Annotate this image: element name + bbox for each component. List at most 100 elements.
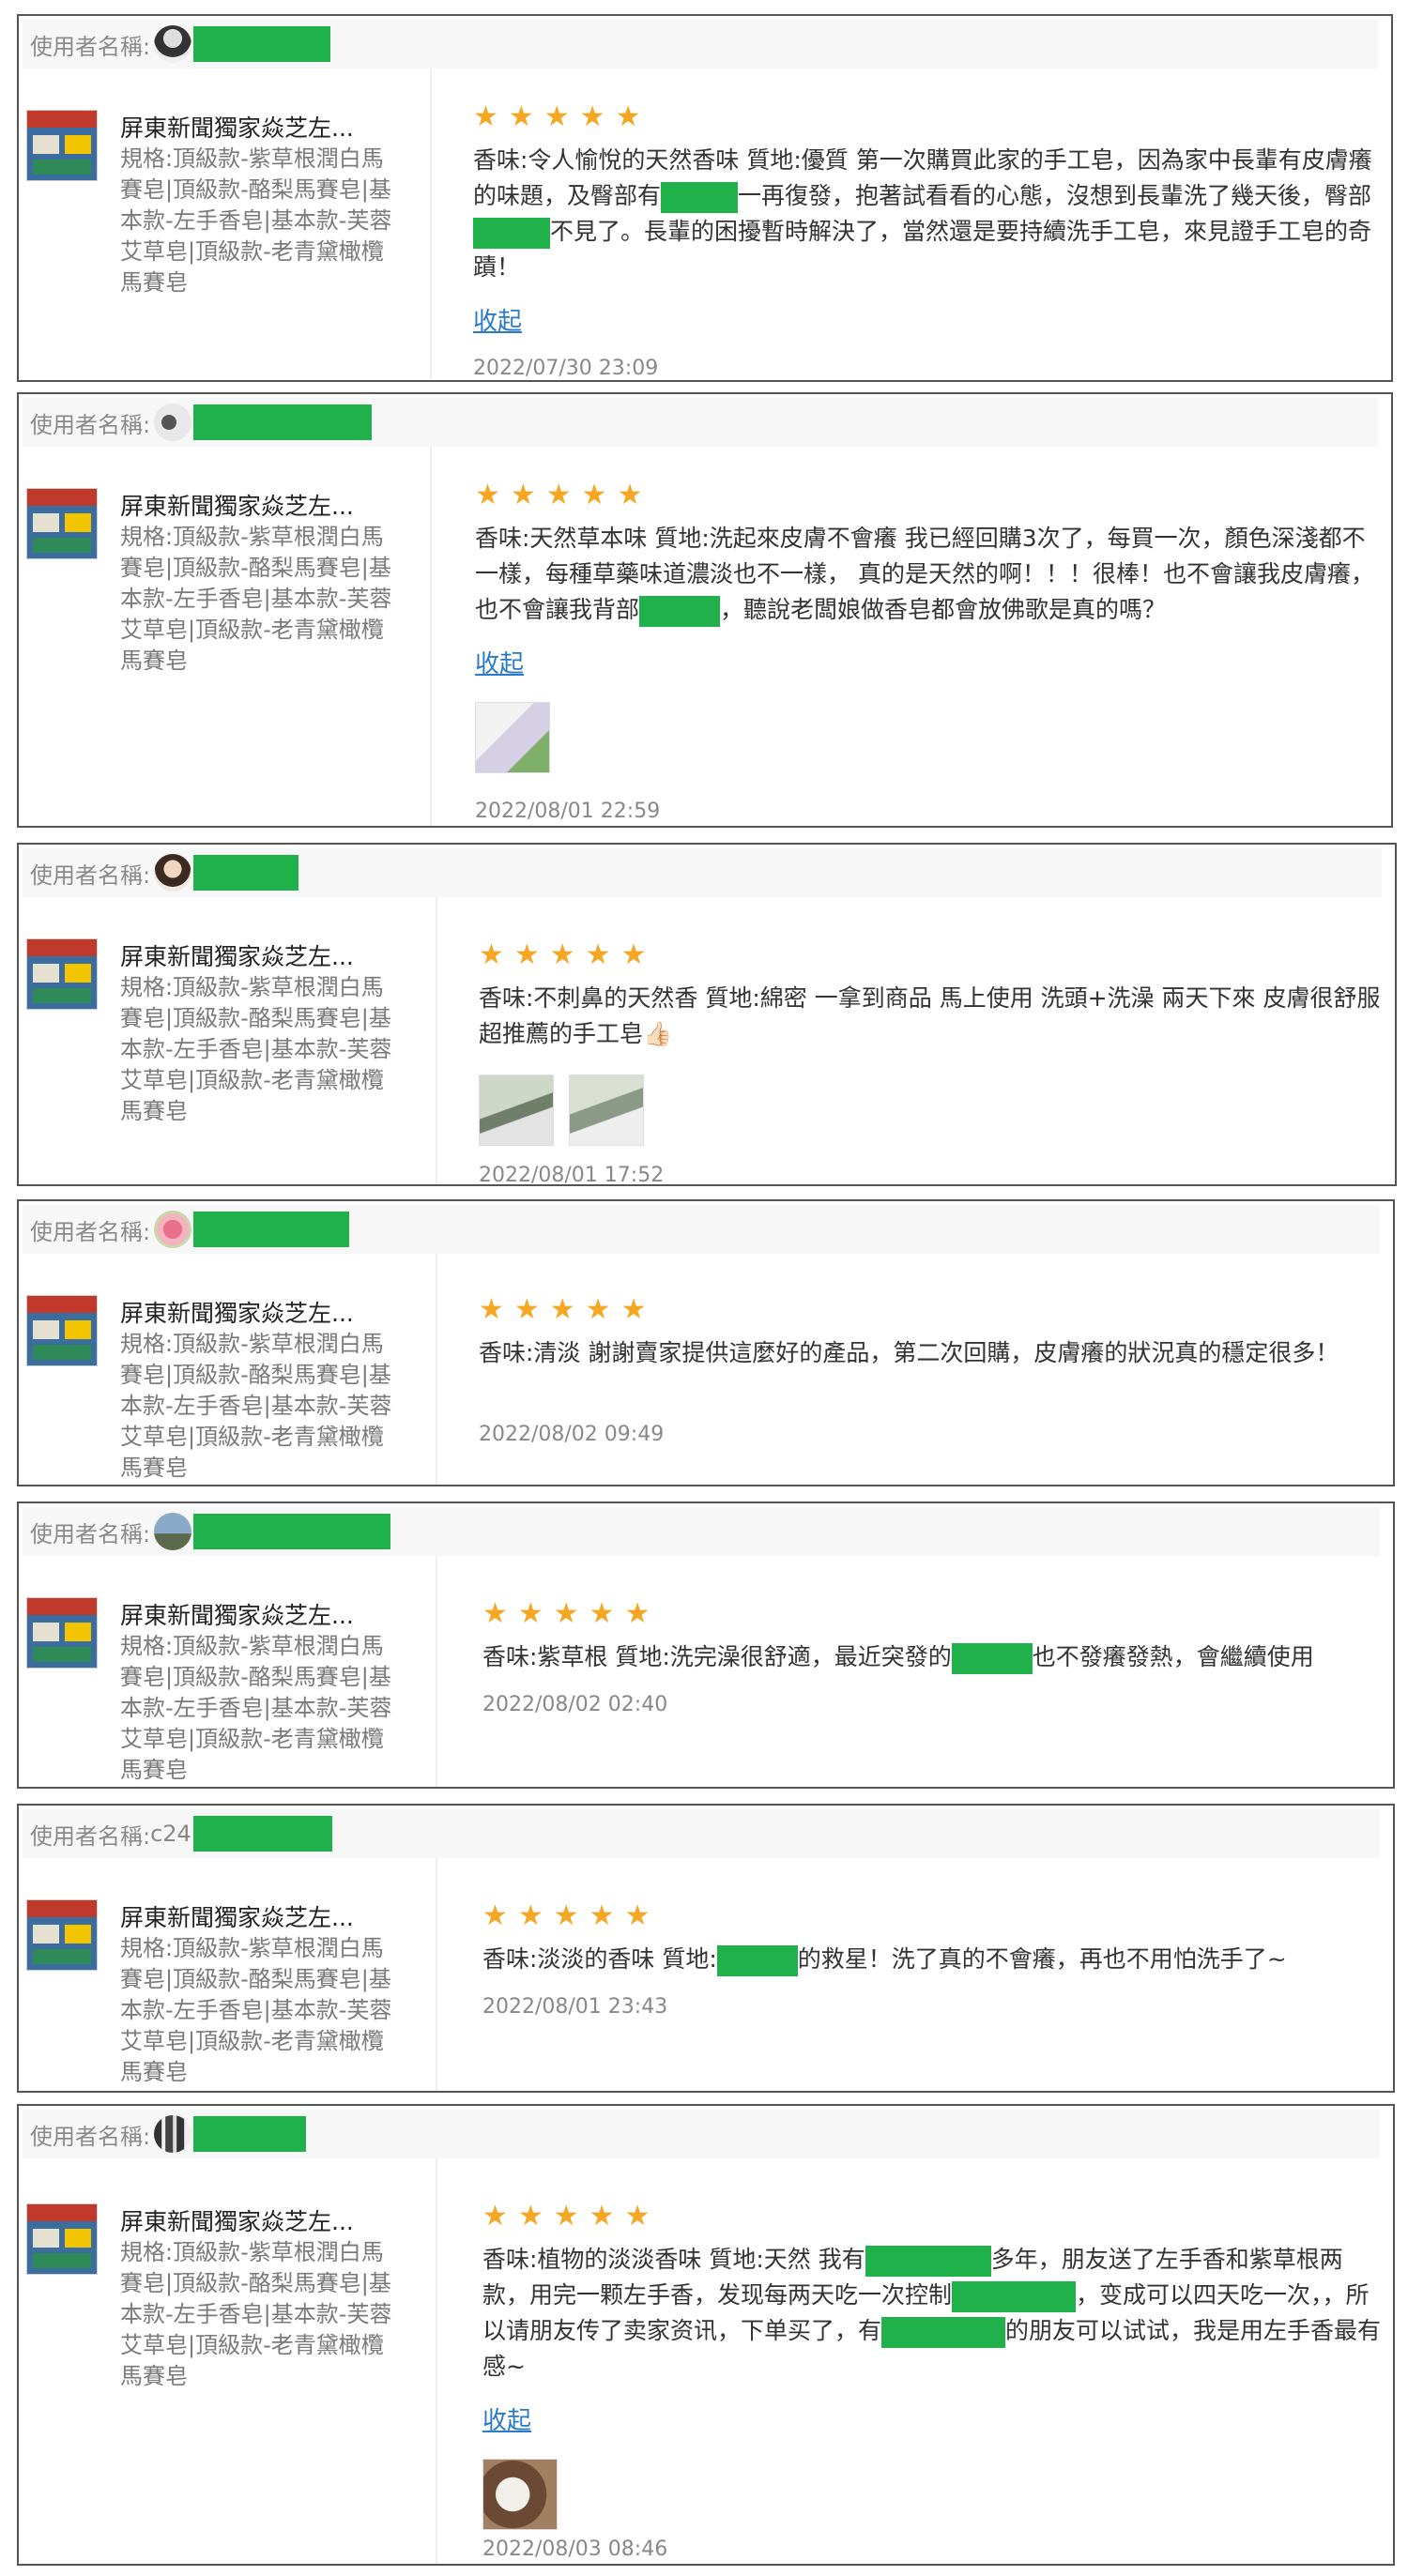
review-body: ★★★★★ 香味:令人愉悅的天然香味 質地:優質 第一次購買此家的手工皂，因為家… bbox=[473, 100, 1384, 337]
rating-stars: ★★★★★ bbox=[482, 2200, 661, 2233]
rating-stars: ★★★★★ bbox=[479, 1293, 657, 1326]
user-label: 使用者名稱: bbox=[30, 2123, 151, 2150]
product-thumbnail[interactable] bbox=[26, 110, 98, 181]
rating-stars: ★★★★★ bbox=[475, 479, 653, 511]
product-thumbnail[interactable] bbox=[26, 938, 98, 1010]
collapse-link[interactable]: 收起 bbox=[473, 302, 522, 337]
review-photos bbox=[479, 1075, 1387, 1146]
review-photo[interactable] bbox=[475, 702, 550, 773]
redacted-username bbox=[193, 404, 373, 440]
user-label: 使用者名稱: bbox=[30, 411, 151, 438]
review-photo[interactable] bbox=[482, 2459, 558, 2530]
product-name[interactable]: 屏東新聞獨家焱芝左... bbox=[120, 1597, 354, 1631]
avatar bbox=[154, 404, 192, 441]
review-body: ★★★★★ 香味:清淡 謝謝賣家提供這麼好的產品，第二次回購，皮膚癢的狀況真的穩… bbox=[479, 1293, 1385, 1371]
review-card: 使用者名稱: 屏東新聞獨家焱芝左... 規格:頂級款-紫草根潤白馬賽皂|頂級款-… bbox=[17, 14, 1393, 382]
user-header: 使用者名稱: bbox=[23, 398, 1378, 447]
review-text: 香味:不刺鼻的天然香 質地:綿密 一拿到商品 馬上使用 洗頭+洗澡 兩天下來 皮… bbox=[479, 984, 1381, 1047]
product-thumbnail[interactable] bbox=[26, 488, 98, 559]
review-body: ★★★★★ 香味:植物的淡淡香味 質地:天然 我有 多年，朋友送了左手香和紫草根两… bbox=[482, 2200, 1385, 2530]
product-spec: 規格:頂級款-紫草根潤白馬賽皂|頂級款-酪梨馬賽皂|基本款-左手香皂|基本款-芙… bbox=[120, 1935, 392, 2085]
review-body: ★★★★★ 香味:不刺鼻的天然香 質地:綿密 一拿到商品 馬上使用 洗頭+洗澡 … bbox=[479, 938, 1387, 1146]
product-name[interactable]: 屏東新聞獨家焱芝左... bbox=[120, 110, 354, 144]
review-card: 使用者名稱: 屏東新聞獨家焱芝左... 規格:頂級款-紫草根潤白馬賽皂|頂級款-… bbox=[17, 2104, 1395, 2566]
review-date: 2022/07/30 23:09 bbox=[473, 357, 659, 380]
user-label: 使用者名稱: bbox=[30, 1822, 151, 1850]
redacted-username bbox=[193, 855, 299, 891]
user-header: 使用者名稱: c24 bbox=[23, 1809, 1380, 1858]
redacted-text bbox=[865, 2245, 991, 2277]
review-date: 2022/08/02 02:40 bbox=[482, 1693, 668, 1716]
product-spec: 規格:頂級款-紫草根潤白馬賽皂|頂級款-酪梨馬賽皂|基本款-左手香皂|基本款-芙… bbox=[120, 2239, 392, 2389]
avatar bbox=[154, 1513, 192, 1550]
rating-stars: ★★★★★ bbox=[479, 938, 657, 971]
product-thumbnail[interactable] bbox=[26, 2203, 98, 2275]
redacted-text bbox=[952, 2280, 1077, 2312]
review-card: 使用者名稱: 屏東新聞獨家焱芝左... 規格:頂級款-紫草根潤白馬賽皂|頂級款-… bbox=[17, 1501, 1395, 1789]
review-date: 2022/08/01 17:52 bbox=[479, 1164, 665, 1187]
user-header: 使用者名稱: bbox=[23, 1205, 1380, 1254]
user-header: 使用者名稱: bbox=[23, 1507, 1380, 1556]
collapse-link[interactable]: 收起 bbox=[475, 645, 524, 679]
column-divider bbox=[430, 69, 432, 380]
user-label: 使用者名稱: bbox=[30, 861, 151, 889]
redacted-text bbox=[716, 1944, 798, 1976]
rating-stars: ★★★★★ bbox=[482, 1899, 661, 1932]
user-label: 使用者名稱: bbox=[30, 33, 151, 60]
column-divider bbox=[436, 1254, 437, 1485]
review-text: 香味:植物的淡淡香味 質地:天然 我有 多年，朋友送了左手香和紫草根两款，用完一颗… bbox=[482, 2245, 1382, 2380]
review-body: ★★★★★ 香味:紫草根 質地:洗完澡很舒適，最近突發的 也不發癢發熱，會繼續使用 bbox=[482, 1597, 1385, 1675]
rating-stars: ★★★★★ bbox=[473, 100, 651, 133]
review-card: 使用者名稱: 屏東新聞獨家焱芝左... 規格:頂級款-紫草根潤白馬賽皂|頂級款-… bbox=[17, 1199, 1395, 1486]
product-thumbnail[interactable] bbox=[26, 1899, 98, 1971]
product-name[interactable]: 屏東新聞獨家焱芝左... bbox=[120, 1295, 354, 1329]
user-label: 使用者名稱: bbox=[30, 1218, 151, 1245]
review-photos bbox=[482, 2459, 1385, 2530]
user-header: 使用者名稱: bbox=[23, 848, 1382, 897]
review-photos bbox=[475, 702, 1384, 773]
product-spec: 規格:頂級款-紫草根潤白馬賽皂|頂級款-酪梨馬賽皂|基本款-左手香皂|基本款-芙… bbox=[120, 1331, 392, 1481]
review-date: 2022/08/02 09:49 bbox=[479, 1423, 665, 1446]
review-text: 香味:紫草根 質地:洗完澡很舒適，最近突發的 也不發癢發熱，會繼續使用 bbox=[482, 1639, 1385, 1675]
review-body: ★★★★★ 香味:天然草本味 質地:洗起來皮膚不會癢 我已經回購3次了，每買一次… bbox=[475, 479, 1384, 773]
collapse-link[interactable]: 收起 bbox=[482, 2401, 531, 2436]
review-text: 香味:清淡 謝謝賣家提供這麼好的產品，第二次回購，皮膚癢的狀況真的穩定很多！ bbox=[479, 1339, 1339, 1366]
review-card: 使用者名稱: 屏東新聞獨家焱芝左... 規格:頂級款-紫草根潤白馬賽皂|頂級款-… bbox=[17, 843, 1397, 1187]
redacted-username bbox=[193, 2116, 307, 2152]
redacted-text bbox=[639, 595, 721, 627]
product-spec: 規格:頂級款-紫草根潤白馬賽皂|頂級款-酪梨馬賽皂|基本款-左手香皂|基本款-芙… bbox=[120, 145, 392, 296]
product-spec: 規格:頂級款-紫草根潤白馬賽皂|頂級款-酪梨馬賽皂|基本款-左手香皂|基本款-芙… bbox=[120, 1633, 392, 1783]
column-divider bbox=[436, 897, 437, 1184]
redacted-text bbox=[881, 2316, 1006, 2348]
product-spec: 規格:頂級款-紫草根潤白馬賽皂|頂級款-酪梨馬賽皂|基本款-左手香皂|基本款-芙… bbox=[120, 974, 392, 1124]
product-name[interactable]: 屏東新聞獨家焱芝左... bbox=[120, 938, 354, 972]
user-header: 使用者名稱: bbox=[23, 2110, 1380, 2158]
review-date: 2022/08/01 23:43 bbox=[482, 1995, 668, 2019]
column-divider bbox=[436, 1858, 437, 2091]
user-header: 使用者名稱: bbox=[23, 20, 1378, 69]
redacted-text bbox=[661, 181, 739, 213]
avatar bbox=[154, 1211, 192, 1248]
rating-stars: ★★★★★ bbox=[482, 1597, 661, 1630]
avatar bbox=[154, 25, 192, 63]
review-body: ★★★★★ 香味:淡淡的香味 質地: 的救星！洗了真的不會癢，再也不用怕洗手了~ bbox=[482, 1899, 1385, 1977]
review-photo[interactable] bbox=[569, 1075, 644, 1146]
redacted-username bbox=[193, 26, 331, 62]
review-card: 使用者名稱: c24 屏東新聞獨家焱芝左... 規格:頂級款-紫草根潤白馬賽皂|… bbox=[17, 1804, 1395, 2093]
column-divider bbox=[430, 447, 432, 826]
column-divider bbox=[436, 1556, 437, 1787]
review-text: 香味:淡淡的香味 質地: 的救星！洗了真的不會癢，再也不用怕洗手了~ bbox=[482, 1942, 1385, 1977]
review-date: 2022/08/03 08:46 bbox=[482, 2538, 668, 2561]
redacted-username bbox=[193, 1212, 350, 1247]
review-date: 2022/08/01 22:59 bbox=[475, 800, 661, 823]
product-name[interactable]: 屏東新聞獨家焱芝左... bbox=[120, 2203, 354, 2237]
product-name[interactable]: 屏東新聞獨家焱芝左... bbox=[120, 488, 354, 522]
product-thumbnail[interactable] bbox=[26, 1295, 98, 1366]
product-thumbnail[interactable] bbox=[26, 1597, 98, 1669]
avatar bbox=[154, 854, 192, 892]
redacted-username bbox=[192, 1816, 332, 1852]
product-name[interactable]: 屏東新聞獨家焱芝左... bbox=[120, 1899, 354, 1933]
user-suffix: c24 bbox=[150, 1821, 191, 1847]
review-photo[interactable] bbox=[479, 1075, 554, 1146]
product-spec: 規格:頂級款-紫草根潤白馬賽皂|頂級款-酪梨馬賽皂|基本款-左手香皂|基本款-芙… bbox=[120, 524, 392, 674]
